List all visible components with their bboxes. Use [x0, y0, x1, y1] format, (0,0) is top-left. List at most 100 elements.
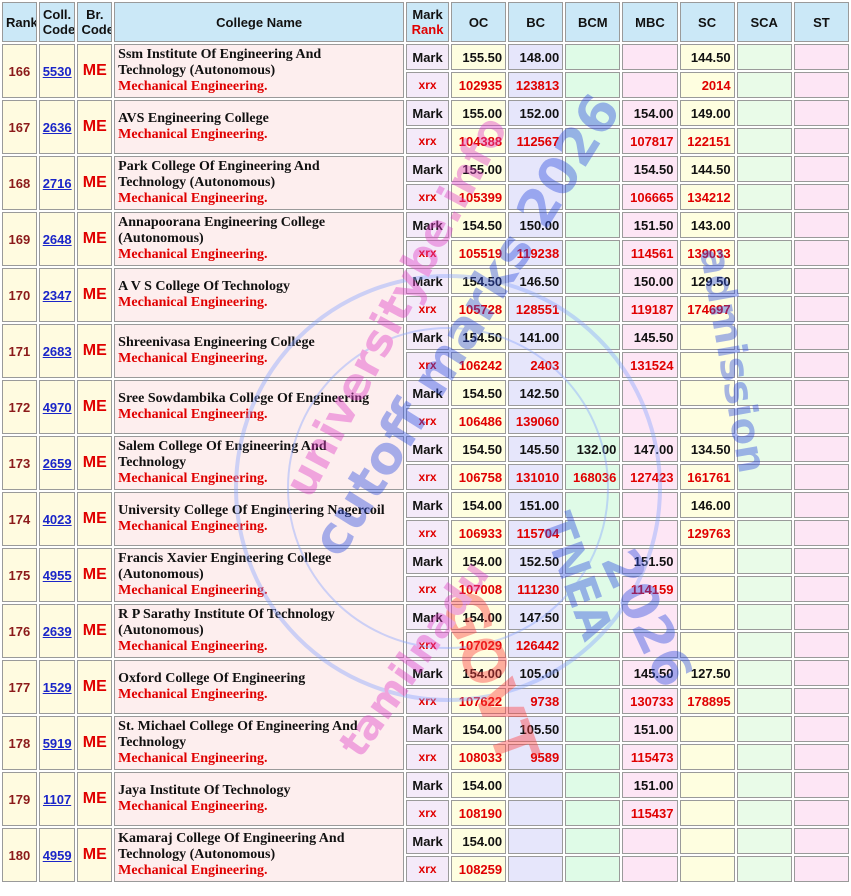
coll-code-cell: 4959 [38, 828, 76, 882]
mark-sca [736, 268, 792, 294]
rank-st [793, 800, 849, 826]
coll-code-link[interactable]: 4959 [43, 848, 72, 863]
mark-sca [736, 212, 792, 238]
mark-oc: 154.00 [451, 548, 507, 574]
mark-st [793, 212, 849, 238]
rank-bc: 123813 [508, 72, 564, 98]
coll-code-link[interactable]: 1107 [43, 792, 71, 807]
rank-label: xrx [406, 632, 449, 658]
mark-sca [736, 492, 792, 518]
rank-label: xrx [406, 352, 449, 378]
mark-sca [736, 44, 792, 70]
rank-mbc: 127423 [622, 464, 678, 490]
college-name-line: AVS Engineering College [118, 111, 269, 126]
branch-code-cell: ME [77, 436, 113, 490]
rank-bc: 111230 [508, 576, 564, 602]
college-name-line: Annapoorana Engineering College [118, 215, 326, 230]
mark-bcm [565, 604, 621, 630]
coll-code-link[interactable]: 4970 [43, 400, 72, 415]
rank-sc [679, 800, 735, 826]
coll-code-link[interactable]: 2716 [43, 176, 72, 191]
branch-name: Mechanical Engineering. [118, 295, 268, 310]
coll-code-link[interactable]: 5530 [43, 64, 72, 79]
rank-label: xrx [406, 184, 449, 210]
mark-oc: 154.00 [451, 604, 507, 630]
mark-st [793, 716, 849, 742]
rank-label: xrx [406, 856, 449, 882]
coll-code-link[interactable]: 5919 [43, 736, 72, 751]
mark-sca [736, 436, 792, 462]
rank-sca [736, 688, 792, 714]
rank-sc [679, 408, 735, 434]
college-name-cell: University College Of Engineering Nagerc… [114, 492, 405, 546]
rank-cell: 169 [2, 212, 37, 266]
coll-code-link[interactable]: 2347 [43, 288, 72, 303]
mark-mbc [622, 828, 678, 854]
coll-code-link[interactable]: 4023 [43, 512, 72, 527]
mark-oc: 154.50 [451, 380, 507, 406]
rank-label: xrx [406, 240, 449, 266]
rank-bcm [565, 240, 621, 266]
mark-sc: 127.50 [679, 660, 735, 686]
mark-label: Mark [406, 156, 449, 182]
rank-sca [736, 408, 792, 434]
rank-mbc: 115473 [622, 744, 678, 770]
rank-bc: 139060 [508, 408, 564, 434]
mark-bcm [565, 716, 621, 742]
header-br-code: Br. Code [77, 2, 113, 42]
rank-mbc [622, 72, 678, 98]
coll-code-link[interactable]: 2683 [43, 344, 72, 359]
rank-mbc: 114159 [622, 576, 678, 602]
mark-bcm: 132.00 [565, 436, 621, 462]
mark-mbc [622, 380, 678, 406]
coll-code-link[interactable]: 2639 [43, 624, 72, 639]
coll-code-link[interactable]: 1529 [43, 680, 72, 695]
mark-mbc: 151.00 [622, 716, 678, 742]
mark-label: Mark [406, 660, 449, 686]
coll-code-link[interactable]: 2648 [43, 232, 72, 247]
rank-sca [736, 576, 792, 602]
branch-name: Mechanical Engineering. [118, 79, 268, 94]
college-name-line: Francis Xavier Engineering College [118, 551, 332, 566]
coll-code-link[interactable]: 4955 [43, 568, 72, 583]
college-name-line: Jaya Institute Of Technology [118, 783, 291, 798]
rank-bc: 131010 [508, 464, 564, 490]
coll-code-cell: 2636 [38, 100, 76, 154]
rank-cell: 178 [2, 716, 37, 770]
mark-bc: 152.50 [508, 548, 564, 574]
mark-label: Mark [406, 772, 449, 798]
table-row: 167 2636 ME AVS Engineering College Mecha… [2, 100, 849, 154]
mark-oc: 154.00 [451, 828, 507, 854]
branch-name: Mechanical Engineering. [118, 799, 268, 814]
rank-bcm [565, 800, 621, 826]
coll-code-cell: 5530 [38, 44, 76, 98]
rank-sc: 134212 [679, 184, 735, 210]
mark-sca [736, 716, 792, 742]
header-st: ST [793, 2, 849, 42]
coll-code-cell: 4955 [38, 548, 76, 602]
header-mark-rank: Mark Rank [406, 2, 449, 42]
table-row: 178 5919 ME St. Michael College Of Engin… [2, 716, 849, 770]
mark-sca [736, 324, 792, 350]
coll-code-link[interactable]: 2659 [43, 456, 72, 471]
mark-sca [736, 156, 792, 182]
mark-bc [508, 772, 564, 798]
mark-st [793, 268, 849, 294]
coll-code-cell: 2347 [38, 268, 76, 322]
mark-oc: 154.50 [451, 436, 507, 462]
rank-cell: 177 [2, 660, 37, 714]
header-college-name: College Name [114, 2, 405, 42]
rank-sca [736, 240, 792, 266]
mark-label: Mark [406, 212, 449, 238]
mark-sc: 144.50 [679, 156, 735, 182]
rank-bcm [565, 576, 621, 602]
coll-code-link[interactable]: 2636 [43, 120, 72, 135]
rank-sca [736, 296, 792, 322]
table-row: 175 4955 ME Francis Xavier Engineering C… [2, 548, 849, 602]
rank-st [793, 744, 849, 770]
rank-st [793, 520, 849, 546]
mark-mbc [622, 492, 678, 518]
branch-name: Mechanical Engineering. [118, 519, 268, 534]
rank-label: xrx [406, 744, 449, 770]
mark-sca [736, 828, 792, 854]
